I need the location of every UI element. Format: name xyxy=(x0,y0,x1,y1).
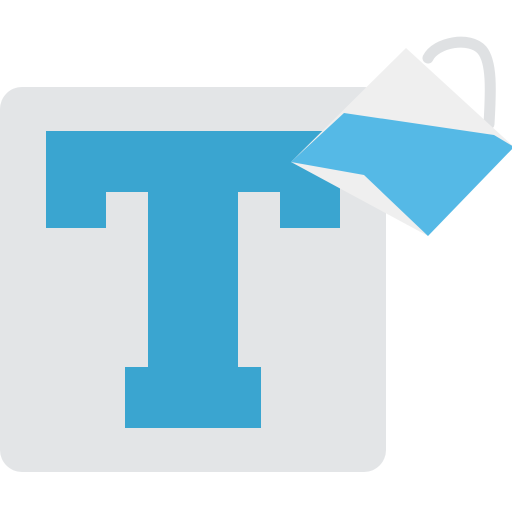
text-fill-color-icon xyxy=(0,36,512,472)
text-fill-icon-canvas xyxy=(0,0,512,512)
